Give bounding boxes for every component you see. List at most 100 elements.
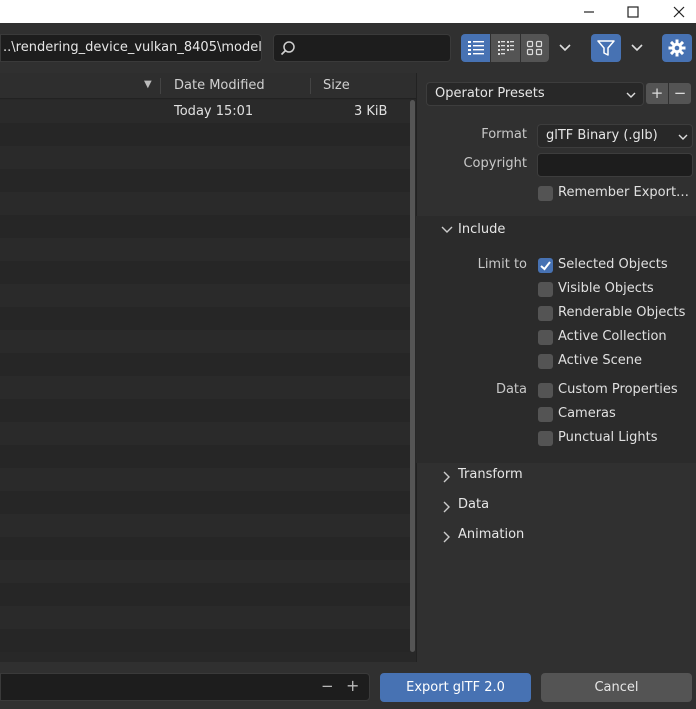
include-section-title: Include <box>458 222 506 237</box>
include-data-option-label: Punctual Lights <box>558 430 658 445</box>
directory-path-field[interactable]: ..\rendering_device_vulkan_8405\models\ <box>0 34 262 62</box>
table-row <box>0 491 410 514</box>
close-icon <box>673 6 685 17</box>
table-row <box>0 123 410 146</box>
chevron-right-icon <box>443 531 450 543</box>
gear-icon <box>668 39 686 57</box>
limit-to-option-label: Renderable Objects <box>558 305 686 320</box>
operator-presets-label: Operator Presets <box>435 86 545 101</box>
minimize-icon <box>584 10 594 13</box>
table-row <box>0 445 410 468</box>
include-data-option-checkbox[interactable] <box>538 431 553 446</box>
section-title-transform: Transform <box>458 467 523 482</box>
chevron-right-icon <box>443 501 450 513</box>
table-row <box>0 330 410 353</box>
format-dropdown[interactable]: glTF Binary (.glb) <box>537 124 693 148</box>
include-data-option-label: Custom Properties <box>558 382 678 397</box>
format-label: Format <box>481 127 527 142</box>
table-row <box>0 284 410 307</box>
decrement-filename-button[interactable]: − <box>321 677 334 695</box>
include-data-option-checkbox[interactable] <box>538 383 553 398</box>
table-row <box>0 629 410 652</box>
horizontal-list-view-button[interactable] <box>491 34 520 62</box>
column-divider <box>310 78 311 94</box>
table-row <box>0 215 410 238</box>
copyright-input[interactable] <box>537 153 693 177</box>
table-row <box>0 468 410 491</box>
settings-toggle-button[interactable] <box>662 34 692 62</box>
vertical-list-view-button[interactable] <box>461 34 490 62</box>
increment-filename-button[interactable]: + <box>346 676 359 695</box>
column-header-size[interactable]: Size <box>323 78 350 93</box>
close-button[interactable] <box>656 0 696 23</box>
table-row <box>0 238 410 261</box>
limit-to-option-label: Active Scene <box>558 353 642 368</box>
chevron-down-icon <box>559 44 571 52</box>
limit-to-option-checkbox[interactable] <box>538 306 553 321</box>
limit-to-option-checkbox[interactable] <box>538 354 553 369</box>
export-button[interactable]: Export glTF 2.0 <box>380 673 531 702</box>
remove-preset-button[interactable]: − <box>669 83 691 104</box>
column-header-date-modified[interactable]: Date Modified <box>174 78 265 93</box>
chevron-down-icon <box>678 134 688 140</box>
search-field[interactable] <box>273 34 451 62</box>
table-row <box>0 606 410 629</box>
chevron-down-icon <box>626 92 636 98</box>
minimize-button[interactable] <box>566 0 612 23</box>
table-row <box>0 146 410 169</box>
column-divider <box>160 78 161 94</box>
filter-icon <box>597 40 615 56</box>
data-label: Data <box>495 382 527 397</box>
section-title-animation: Animation <box>458 527 525 542</box>
filename-input[interactable] <box>0 673 370 701</box>
checkmark-icon <box>540 261 551 271</box>
filter-options-dropdown[interactable] <box>622 34 652 62</box>
table-row <box>0 261 410 284</box>
table-row <box>0 399 410 422</box>
limit-to-option-label: Selected Objects <box>558 257 668 272</box>
include-data-option-checkbox[interactable] <box>538 407 553 422</box>
section-header-transform[interactable]: Transform <box>430 466 690 488</box>
sort-indicator[interactable]: ▼ <box>144 79 152 90</box>
copyright-label: Copyright <box>463 156 527 171</box>
table-row <box>0 583 410 606</box>
filter-toggle-button[interactable] <box>591 34 621 62</box>
chevron-down-icon <box>631 44 643 52</box>
thumbnail-view-button[interactable] <box>521 34 549 62</box>
maximize-icon <box>627 5 639 18</box>
chevron-down-icon <box>441 226 453 233</box>
limit-to-option-checkbox[interactable] <box>538 258 553 273</box>
file-list-scrollbar[interactable] <box>410 100 415 652</box>
table-row <box>0 560 410 583</box>
table-row <box>0 169 410 192</box>
limit-to-option-checkbox[interactable] <box>538 282 553 297</box>
grid-view-icon <box>526 40 543 56</box>
display-options-dropdown[interactable] <box>550 34 580 62</box>
table-row <box>0 537 410 560</box>
table-row <box>0 376 410 399</box>
limit-to-option-checkbox[interactable] <box>538 330 553 345</box>
limit-to-option-label: Active Collection <box>558 329 667 344</box>
remember-export-settings-checkbox[interactable] <box>538 186 553 201</box>
add-preset-button[interactable]: + <box>646 83 668 104</box>
table-row <box>0 514 410 537</box>
maximize-button[interactable] <box>610 0 656 23</box>
table-row <box>0 192 410 215</box>
table-row <box>0 307 410 330</box>
include-data-option-label: Cameras <box>558 406 616 421</box>
table-row <box>0 353 410 376</box>
table-row <box>0 422 410 445</box>
file-date: Today 15:01 <box>174 104 254 119</box>
remember-export-settings-label: Remember Export… <box>558 185 690 200</box>
cancel-button[interactable]: Cancel <box>541 673 692 702</box>
chevron-right-icon <box>443 471 450 483</box>
horizontal-list-icon <box>497 41 514 55</box>
section-header-animation[interactable]: Animation <box>430 526 690 548</box>
limit-to-label: Limit to <box>477 257 527 272</box>
section-title-data: Data <box>458 497 490 512</box>
list-view-icon <box>467 41 484 55</box>
limit-to-option-label: Visible Objects <box>558 281 654 296</box>
file-size: 3 KiB <box>354 104 388 119</box>
operator-presets-dropdown[interactable]: Operator Presets <box>426 82 644 106</box>
section-header-data[interactable]: Data <box>430 496 690 518</box>
